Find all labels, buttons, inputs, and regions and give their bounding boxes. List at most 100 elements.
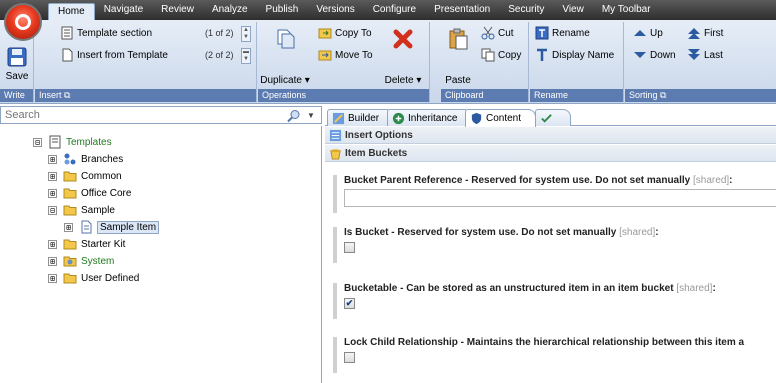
tab-analyze[interactable]: Analyze <box>203 0 257 20</box>
copy-icon <box>481 48 495 62</box>
start-menu-button[interactable] <box>4 3 42 41</box>
search-input[interactable] <box>5 109 265 121</box>
collapse-toggle-icon[interactable]: ⊟ <box>33 137 42 147</box>
tab-builder-label: Builder <box>348 112 380 124</box>
display-name-button[interactable]: Display Name <box>535 48 614 62</box>
editor-tabs: Builder Inheritance Content <box>325 106 776 127</box>
sort-down-button[interactable]: Down <box>633 48 676 62</box>
insert-from-template-button[interactable]: Insert from Template <box>60 48 168 62</box>
tab-content[interactable]: Content <box>465 109 537 127</box>
tab-builder[interactable]: Builder <box>327 109 395 126</box>
shared-badge: [shared] <box>676 283 713 294</box>
dialog-launcher-icon[interactable]: ⧉ <box>64 90 70 100</box>
rename-button[interactable]: Rename <box>535 26 590 40</box>
expand-toggle-icon[interactable]: ⊞ <box>48 154 57 164</box>
insert-options-icon <box>329 129 342 141</box>
insert-from-template-label: Insert from Template <box>77 49 168 61</box>
expand-toggle-icon[interactable]: ⊞ <box>48 273 57 283</box>
tab-security[interactable]: Security <box>499 0 553 20</box>
tree-node-common[interactable]: ⊞ Common <box>48 168 122 184</box>
expand-toggle-icon[interactable]: ⊞ <box>48 171 57 181</box>
shared-badge: [shared] <box>619 227 656 238</box>
template-section-button[interactable]: Template section <box>60 26 152 40</box>
section-item-buckets[interactable]: Item Buckets <box>325 145 776 162</box>
blank-document-icon <box>62 48 73 62</box>
tab-inheritance[interactable]: Inheritance <box>387 109 473 126</box>
template-icon <box>49 135 61 149</box>
tree-node-sample[interactable]: ⊟ Sample <box>48 202 115 218</box>
display-name-label: Display Name <box>552 49 615 61</box>
tree-node-templates[interactable]: ⊟ Templates <box>33 134 112 150</box>
field-bucketable: Bucketable - Can be stored as an unstruc… <box>333 283 776 319</box>
move-to-icon <box>318 50 332 61</box>
double-arrow-down-icon <box>688 49 700 60</box>
expand-toggle-icon[interactable]: ⊞ <box>48 239 57 249</box>
tree-node-office-core[interactable]: ⊞ Office Core <box>48 185 131 201</box>
document-icon <box>81 220 92 234</box>
tree-node-branches[interactable]: ⊞ Branches <box>48 151 123 167</box>
folder-icon <box>63 205 77 216</box>
delete-label-text: Delete <box>384 75 414 86</box>
insert-scroll-down-button[interactable]: ▬ ▼ <box>241 48 251 64</box>
tree-node-sample-item[interactable]: ⊞ Sample Item <box>64 219 160 235</box>
sort-first-button[interactable]: First <box>687 26 723 40</box>
tree-node-label: Templates <box>66 136 112 148</box>
group-label-insert: Insert ⧉ <box>35 89 256 102</box>
cut-button[interactable]: Cut <box>481 26 514 40</box>
search-options-dropdown-icon[interactable]: ▼ <box>307 111 315 120</box>
save-button[interactable]: Save <box>2 46 32 82</box>
rename-icon <box>535 26 549 40</box>
move-to-button[interactable]: Move To <box>318 48 373 62</box>
tree-node-starter-kit[interactable]: ⊞ Starter Kit <box>48 236 125 252</box>
field-label-text: Bucketable - Can be stored as an unstruc… <box>344 283 674 294</box>
folder-icon <box>63 239 77 250</box>
tab-inheritance-label: Inheritance <box>408 112 458 124</box>
tab-navigate[interactable]: Navigate <box>95 0 152 20</box>
field-label: Lock Child Relationship - Maintains the … <box>344 337 776 348</box>
tree-node-user-defined[interactable]: ⊞ User Defined <box>48 270 139 286</box>
tab-review[interactable]: Review <box>152 0 203 20</box>
sort-last-button[interactable]: Last <box>687 48 723 62</box>
tree-node-system[interactable]: ⊞ System <box>48 253 114 269</box>
section-insert-options[interactable]: Insert Options <box>325 127 776 144</box>
expand-toggle-icon[interactable]: ⊞ <box>48 256 57 266</box>
expand-toggle-icon[interactable]: ⊞ <box>48 188 57 198</box>
bucketable-checkbox[interactable]: ✔ <box>344 298 355 309</box>
is-bucket-checkbox[interactable] <box>344 242 355 253</box>
sort-up-label: Up <box>650 27 663 39</box>
tab-configure[interactable]: Configure <box>364 0 425 20</box>
tab-extra[interactable] <box>535 109 571 126</box>
tab-publish[interactable]: Publish <box>257 0 308 20</box>
copy-button[interactable]: Copy <box>481 48 521 62</box>
group-label-insert-text: Insert <box>39 90 62 100</box>
field-label-text: Is Bucket - Reserved for system use. Do … <box>344 227 617 238</box>
double-arrow-up-icon <box>688 28 700 39</box>
tab-presentation[interactable]: Presentation <box>425 0 499 20</box>
branches-icon <box>64 153 76 165</box>
tab-view[interactable]: View <box>553 0 593 20</box>
sort-up-button[interactable]: Up <box>633 26 663 40</box>
duplicate-button[interactable]: Duplicate ▾ <box>260 28 310 86</box>
section-insert-options-title: Insert Options <box>345 129 413 141</box>
delete-icon <box>393 29 413 49</box>
template-section-label: Template section <box>77 27 153 39</box>
bucket-parent-reference-input[interactable] <box>344 189 776 207</box>
insert-scroll-up-button[interactable]: ▲ ▼ <box>241 26 251 42</box>
paste-button[interactable]: Paste <box>443 28 473 86</box>
expand-toggle-icon[interactable]: ⊞ <box>64 222 73 232</box>
tab-versions[interactable]: Versions <box>307 0 363 20</box>
copy-to-button[interactable]: Copy To <box>318 26 372 40</box>
folder-icon <box>63 273 77 284</box>
tab-home[interactable]: Home <box>48 3 95 20</box>
search-icon[interactable] <box>287 109 301 123</box>
lock-child-relationship-checkbox[interactable] <box>344 352 355 363</box>
inheritance-icon <box>392 112 405 124</box>
tab-my-toolbar[interactable]: My Toolbar <box>593 0 660 20</box>
group-label-sorting: Sorting ⧉ <box>625 89 776 102</box>
sort-last-label: Last <box>704 49 723 61</box>
dialog-launcher-icon[interactable]: ⧉ <box>660 90 666 100</box>
section-item-buckets-title: Item Buckets <box>345 147 408 159</box>
tree-node-label: Sample <box>81 204 115 216</box>
collapse-toggle-icon[interactable]: ⊟ <box>48 205 57 215</box>
delete-button[interactable]: Delete ▾ <box>380 28 426 86</box>
